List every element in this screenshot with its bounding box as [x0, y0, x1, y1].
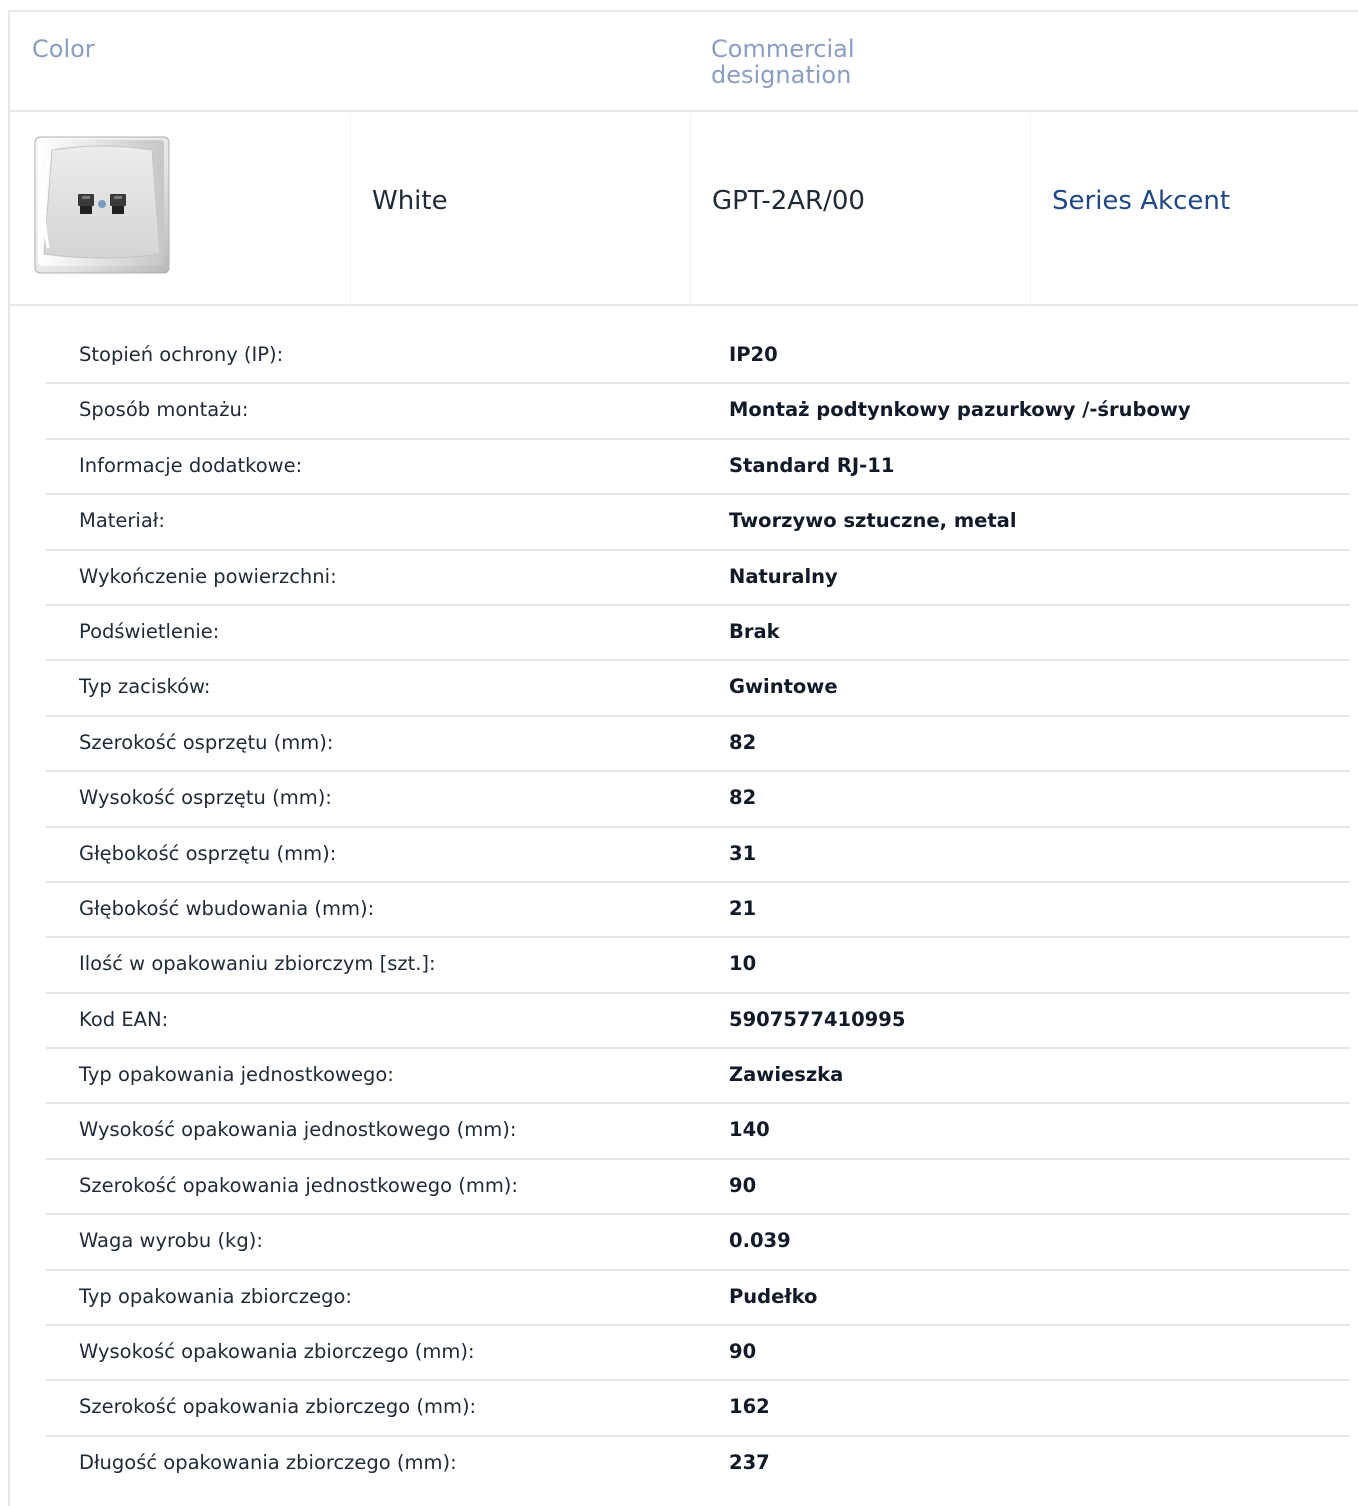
column-divider — [690, 114, 691, 306]
column-divider — [1030, 114, 1031, 306]
spec-label: Typ zacisków: — [79, 675, 211, 699]
spec-label: Podświetlenie: — [79, 619, 220, 643]
spec-row: Ilość w opakowaniu zbiorczym [szt.]: 10 — [46, 938, 1350, 994]
spec-label: Szerokość opakowania jednostkowego (mm): — [79, 1173, 518, 1197]
spec-value: 237 — [729, 1450, 770, 1474]
spec-value: 0.039 — [729, 1229, 791, 1253]
spec-label: Ilość w opakowaniu zbiorczym [szt.]: — [79, 952, 436, 976]
spec-row: Kod EAN: 5907577410995 — [46, 994, 1350, 1050]
spec-label: Informacje dodatkowe: — [79, 453, 303, 477]
spec-row: Wykończenie powierzchni: Naturalny — [46, 551, 1350, 606]
spec-row: Informacje dodatkowe: Standard RJ-11 — [46, 440, 1350, 496]
spec-value: Naturalny — [729, 564, 838, 588]
spec-row: Szerokość opakowania zbiorczego (mm): 162 — [46, 1381, 1350, 1437]
spec-row: Długość opakowania zbiorczego (mm): 237 — [46, 1437, 1350, 1492]
spec-label: Głębokość osprzętu (mm): — [79, 841, 337, 865]
product-color-value: White — [372, 186, 448, 216]
spec-value: 82 — [729, 786, 757, 810]
spec-value: Pudełko — [729, 1284, 818, 1308]
spec-value: 90 — [729, 1173, 757, 1197]
spec-label: Długość opakowania zbiorczego (mm): — [79, 1450, 457, 1474]
spec-value: 31 — [729, 841, 757, 865]
spec-label: Głębokość wbudowania (mm): — [79, 896, 375, 920]
spec-row: Typ zacisków: Gwintowe — [46, 661, 1350, 717]
spec-label: Szerokość opakowania zbiorczego (mm): — [79, 1395, 477, 1419]
spec-label: Szerokość osprzętu (mm): — [79, 730, 334, 754]
spec-value: IP20 — [729, 343, 778, 366]
spec-row: Sposób montażu: Montaż podtynkowy pazurko… — [46, 384, 1350, 440]
table-header-row: Color Commercial designation — [10, 12, 1358, 112]
spec-label: Wysokość opakowania jednostkowego (mm): — [79, 1118, 517, 1142]
header-color: Color — [32, 35, 95, 63]
spec-value: Zawieszka — [729, 1063, 844, 1087]
spec-value: 5907577410995 — [729, 1007, 906, 1031]
spec-value: 90 — [729, 1340, 757, 1364]
product-row: White GPT-2AR/00 Series Akcent — [10, 114, 1358, 306]
spec-value: 10 — [729, 952, 757, 976]
spec-row: Waga wyrobu (kg): 0.039 — [46, 1215, 1350, 1271]
header-commercial-designation: Commercial designation — [711, 35, 855, 89]
spec-value: Brak — [729, 619, 780, 643]
spec-label: Wysokość opakowania zbiorczego (mm): — [79, 1340, 475, 1364]
spec-label: Waga wyrobu (kg): — [79, 1229, 263, 1253]
spec-row: Typ opakowania zbiorczego: Pudełko — [46, 1271, 1350, 1327]
spec-value: 21 — [729, 896, 757, 920]
spec-value: Montaż podtynkowy pazurkowy /-śrubowy — [729, 398, 1191, 422]
series-link[interactable]: Series Akcent — [1052, 186, 1230, 216]
spec-row: Szerokość osprzętu (mm): 82 — [46, 717, 1350, 773]
spec-row: Szerokość opakowania jednostkowego (mm):… — [46, 1160, 1350, 1216]
specifications-table: Stopień ochrony (IP): IP20 Sposób montażu:… — [46, 329, 1350, 1492]
spec-label: Kod EAN: — [79, 1007, 169, 1031]
spec-label: Wysokość osprzętu (mm): — [79, 786, 332, 810]
spec-row: Głębokość wbudowania (mm): 21 — [46, 883, 1350, 939]
spec-value: 140 — [729, 1118, 770, 1142]
spec-label: Typ opakowania jednostkowego: — [79, 1063, 394, 1087]
spec-value: Standard RJ-11 — [729, 453, 895, 477]
spec-row: Wysokość osprzętu (mm): 82 — [46, 772, 1350, 828]
spec-label: Sposób montażu: — [79, 398, 249, 422]
spec-label: Typ opakowania zbiorczego: — [79, 1284, 352, 1308]
spec-row: Głębokość osprzętu (mm): 31 — [46, 828, 1350, 883]
spec-value: Tworzywo sztuczne, metal — [729, 509, 1017, 533]
spec-label: Stopień ochrony (IP): — [79, 343, 284, 366]
product-commercial-code: GPT-2AR/00 — [712, 186, 865, 216]
spec-value: 162 — [729, 1395, 770, 1419]
spec-label: Materiał: — [79, 509, 165, 533]
double-telephone-socket-icon[interactable] — [34, 136, 170, 274]
column-divider — [350, 114, 351, 306]
spec-value: 82 — [729, 730, 757, 754]
spec-row: Wysokość opakowania zbiorczego (mm): 90 — [46, 1326, 1350, 1382]
spec-value: Gwintowe — [729, 675, 838, 699]
spec-row: Stopień ochrony (IP): IP20 — [46, 329, 1350, 385]
spec-row: Podświetlenie: Brak — [46, 606, 1350, 662]
spec-label: Wykończenie powierzchni: — [79, 564, 337, 588]
spec-row: Typ opakowania jednostkowego: Zawieszka — [46, 1049, 1350, 1105]
spec-row: Materiał: Tworzywo sztuczne, metal — [46, 495, 1350, 551]
spec-row: Wysokość opakowania jednostkowego (mm): 1… — [46, 1104, 1350, 1160]
